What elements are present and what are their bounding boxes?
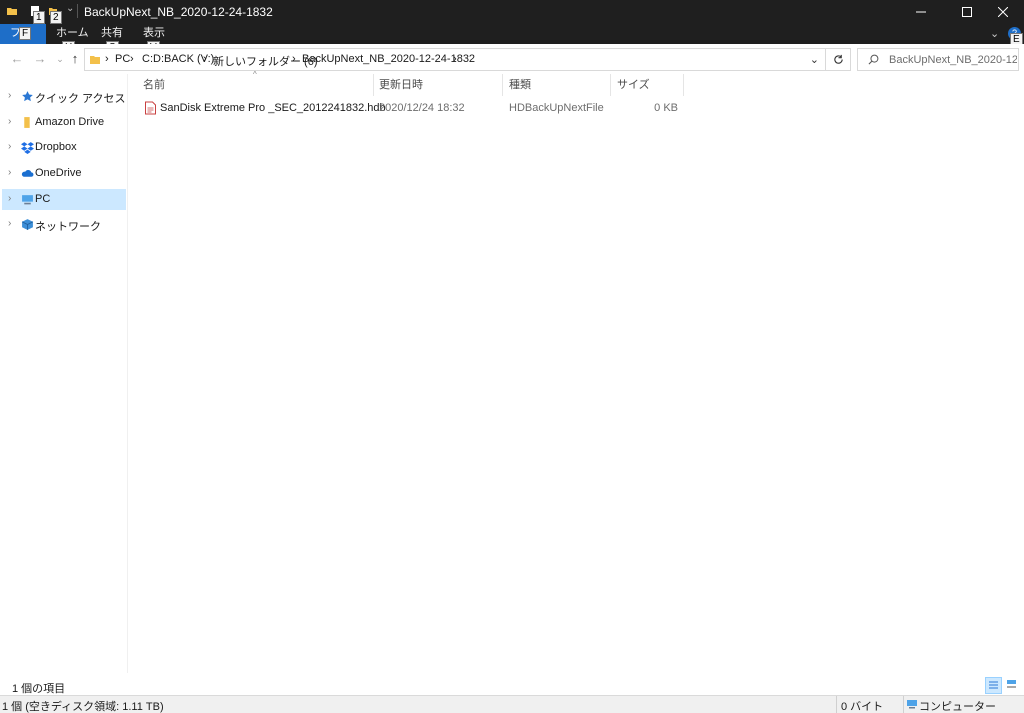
back-button[interactable]: ← [9,51,25,67]
breadcrumb-separator[interactable]: › [292,53,296,65]
sidebar-item-label: Amazon Drive [35,116,105,128]
title-bar: 1 2 ⌄ BackUpNext_NB_2020-12-24-1832 [0,0,1024,24]
close-button[interactable] [980,0,1024,24]
expand-ribbon-button[interactable]: ⌄ [990,27,999,40]
search-icon [868,54,879,68]
column-header-name[interactable]: 名前 [137,74,374,96]
address-bar[interactable]: › PC › C:D:BACK (V:) › 新しいフォルダー (6) › Ba… [84,48,826,71]
details-view-button[interactable] [985,677,1002,694]
cloud-icon [21,167,35,181]
expand-chevron-icon[interactable]: › [8,116,11,127]
folder-icon [21,116,35,130]
folder-icon [89,54,101,68]
minimize-button[interactable] [898,0,944,24]
sidebar-item-network[interactable]: › ネットワーク [2,214,126,235]
expand-chevron-icon[interactable]: › [8,167,11,178]
expand-chevron-icon[interactable]: › [8,218,11,229]
large-icons-view-button[interactable] [1004,677,1021,694]
up-button[interactable]: ↑ [67,51,83,67]
file-row[interactable]: SanDisk Extreme Pro _SEC_2012241832.hdb … [134,98,690,119]
address-history-dropdown-icon[interactable]: ⌄ [810,53,819,66]
breadcrumb-current-folder[interactable]: BackUpNext_NB_2020-12-24-1832 [302,53,475,65]
breadcrumb-separator[interactable]: › [203,53,207,65]
file-name: SanDisk Extreme Pro _SEC_2012241832.hdb [160,102,386,114]
navigation-pane: › クイック アクセス › Amazon Drive › Dropbox › O… [0,74,128,673]
navigation-bar: ← → ⌄ ↑ › PC › C:D:BACK (V:) › 新しいフォルダー … [0,44,1024,74]
column-header-size[interactable]: サイズ [611,74,684,96]
recent-locations-icon[interactable]: ⌄ [52,51,68,67]
network-icon [21,218,35,232]
file-size: 0 KB [654,102,678,114]
sidebar-item-label: OneDrive [35,167,82,179]
expand-chevron-icon[interactable]: › [8,193,11,204]
selection-size-text: 0 バイト [841,701,884,713]
status-divider [903,696,904,713]
breadcrumb-separator[interactable]: › [130,53,134,65]
folder-icon[interactable] [6,5,18,20]
breadcrumb-separator[interactable]: › [105,53,109,65]
column-header-modified[interactable]: 更新日時 [373,74,503,96]
file-icon [144,101,157,118]
tab-file-keytip: F [19,27,32,40]
breadcrumb-separator[interactable]: › [453,53,457,65]
quick-access-keytip-1: 1 [33,11,45,24]
sidebar-item-label: クイック アクセス [35,93,126,105]
dropdown-icon[interactable]: ⌄ [66,3,74,14]
search-input[interactable]: BackUpNext_NB_2020-12-24... [889,54,1017,66]
sidebar-item-label: PC [35,193,51,205]
item-count: 1 個の項目 [12,683,66,695]
sidebar-item-onedrive[interactable]: › OneDrive [2,163,126,184]
sidebar-item-label: Dropbox [35,141,77,153]
file-type: HDBackUpNextFile [509,102,604,114]
sidebar-item-pc[interactable]: › PC [2,189,126,210]
column-header-type[interactable]: 種類 [503,74,611,96]
expand-chevron-icon[interactable]: › [8,141,11,152]
quick-access-keytip-2: 2 [50,11,62,24]
computer-icon [906,699,918,713]
expand-chevron-icon[interactable]: › [8,90,11,101]
window-title: BackUpNext_NB_2020-12-24-1832 [84,5,273,19]
tab-home-label: ホーム [56,27,89,39]
search-box[interactable]: BackUpNext_NB_2020-12-24... [857,48,1019,71]
computer-icon [21,193,35,207]
status-divider [836,696,837,713]
star-icon [21,90,35,104]
tab-share-label: 共有 [101,27,123,39]
breadcrumb-pc[interactable]: PC [115,53,130,65]
sidebar-item-amazon-drive[interactable]: › Amazon Drive [2,112,126,133]
status-bar: 1 個 (空きディスク領域: 1.11 TB) 0 バイト コンピューター [0,695,1024,713]
dropbox-icon [21,141,35,155]
forward-button[interactable]: → [32,51,48,67]
free-space-text: 1 個 (空きディスク領域: 1.11 TB) [2,701,164,713]
location-text: コンピューター [919,701,996,713]
title-divider [77,4,78,18]
tab-view-label: 表示 [143,27,165,39]
refresh-button[interactable] [826,48,851,71]
sidebar-item-quick-access[interactable]: › クイック アクセス [2,86,126,107]
sidebar-item-dropbox[interactable]: › Dropbox [2,137,126,158]
sidebar-item-label: ネットワーク [35,221,101,233]
file-modified: 2020/12/24 18:32 [379,102,465,114]
